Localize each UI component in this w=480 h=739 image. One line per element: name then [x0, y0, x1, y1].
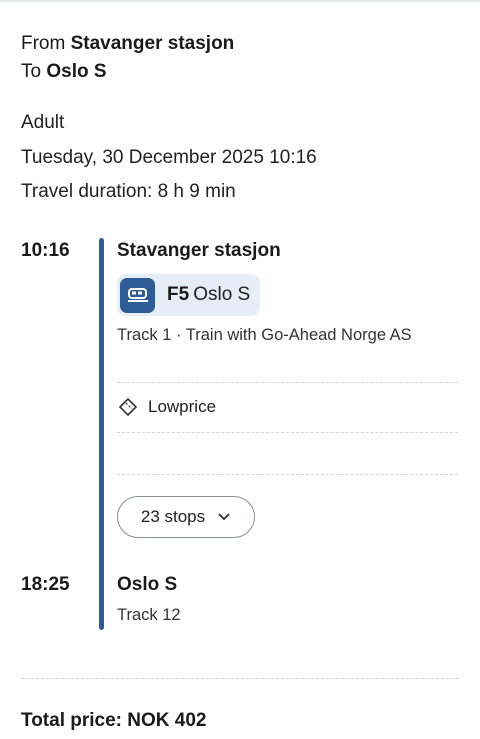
- departure-datetime: Tuesday, 30 December 2025 10:16: [21, 146, 317, 168]
- divider: [117, 382, 458, 383]
- divider: [21, 678, 459, 679]
- arrival-time: 18:25: [21, 574, 70, 595]
- train-line-chip[interactable]: F5 Oslo S: [117, 274, 260, 316]
- chevron-down-icon: [218, 513, 230, 521]
- departure-station: Stavanger stasjon: [117, 240, 281, 261]
- to-station: Oslo S: [46, 61, 107, 82]
- fare-type: Lowprice: [117, 396, 216, 418]
- travel-duration: Travel duration: 8 h 9 min: [21, 181, 236, 202]
- departure-track-info: Track 1 · Train with Go-Ahead Norge AS: [117, 326, 412, 344]
- route-summary: From Stavanger stasjon To Oslo S: [21, 30, 234, 86]
- ticket-icon: [118, 397, 138, 417]
- train-line-code: F5: [167, 284, 190, 305]
- divider: [117, 432, 458, 433]
- route-to: To Oslo S: [21, 58, 234, 86]
- fare-label: Lowprice: [148, 397, 217, 416]
- departure-time: 10:16: [21, 240, 70, 261]
- stops-label: 23 stops: [140, 507, 206, 526]
- top-border: [0, 0, 480, 2]
- trip-info: Adult Tuesday, 30 December 2025 10:16 Tr…: [21, 106, 317, 210]
- train-destination: Oslo S: [193, 284, 251, 305]
- arrival-station: Oslo S: [117, 574, 178, 595]
- route-from: From Stavanger stasjon: [21, 30, 234, 58]
- to-label: To: [21, 61, 42, 82]
- passenger-type: Adult: [21, 112, 65, 133]
- from-label: From: [21, 33, 66, 54]
- stops-toggle-button[interactable]: 23 stops: [117, 496, 255, 538]
- divider: [117, 474, 458, 475]
- from-station: Stavanger stasjon: [70, 33, 235, 54]
- total-price: Total price: NOK 402: [21, 710, 207, 731]
- timeline-line: [99, 238, 104, 630]
- journey-timeline: 10:16 Stavanger stasjon F5 Oslo S Track …: [0, 236, 480, 636]
- train-icon: [120, 277, 155, 313]
- arrival-track: Track 12: [117, 606, 181, 624]
